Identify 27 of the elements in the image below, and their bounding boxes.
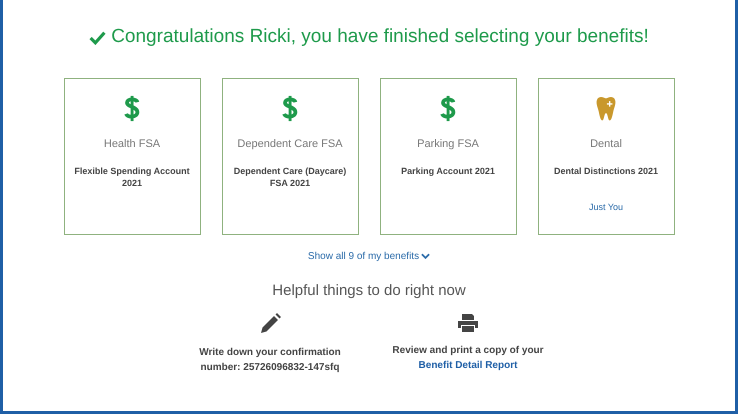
tooth-icon bbox=[595, 95, 617, 122]
plan-name: Dental Distinctions 2021 bbox=[552, 166, 660, 178]
pencil-icon bbox=[259, 313, 281, 335]
action-text: Write down your confirmation number: 25726096832-147sfq bbox=[198, 346, 342, 375]
benefit-card[interactable]: Health FSA Flexible Spending Account 2021 bbox=[64, 78, 200, 235]
benefit-category: Dental bbox=[590, 138, 622, 150]
printer-icon bbox=[457, 313, 479, 333]
plan-name: Dependent Care (Daycare) FSA 2021 bbox=[232, 166, 348, 190]
success-headline: Congratulations Ricki, you have finished selecting your benefits! bbox=[89, 26, 649, 48]
dollar-icon bbox=[123, 95, 141, 122]
action-text: Review and print a copy of your Benefit Detail Report bbox=[392, 344, 544, 373]
benefit-card[interactable]: Dependent Care FSA Dependent Care (Daycare) FSA 2021 bbox=[222, 78, 358, 235]
dollar-icon bbox=[439, 95, 457, 122]
report-link[interactable]: Benefit Detail Report bbox=[418, 360, 518, 371]
benefit-card[interactable]: Dental Dental Distinctions 2021 Just You bbox=[538, 78, 674, 235]
benefit-category: Health FSA bbox=[104, 138, 160, 150]
show-all-link[interactable]: Show all 9 of my benefits bbox=[308, 251, 430, 262]
plan-name: Flexible Spending Account 2021 bbox=[73, 166, 191, 190]
benefit-category: Dependent Care FSA bbox=[237, 138, 343, 150]
plan-name: Parking Account 2021 bbox=[400, 166, 496, 178]
dollar-icon bbox=[281, 95, 299, 122]
benefit-category: Parking FSA bbox=[417, 138, 479, 150]
chevron-down-icon bbox=[421, 253, 430, 260]
section-heading: Helpful things to do right now bbox=[272, 282, 466, 299]
benefit-card[interactable]: Parking FSA Parking Account 2021 bbox=[380, 78, 516, 235]
check-icon bbox=[89, 28, 106, 46]
coverage-link[interactable]: Just You bbox=[588, 202, 624, 212]
